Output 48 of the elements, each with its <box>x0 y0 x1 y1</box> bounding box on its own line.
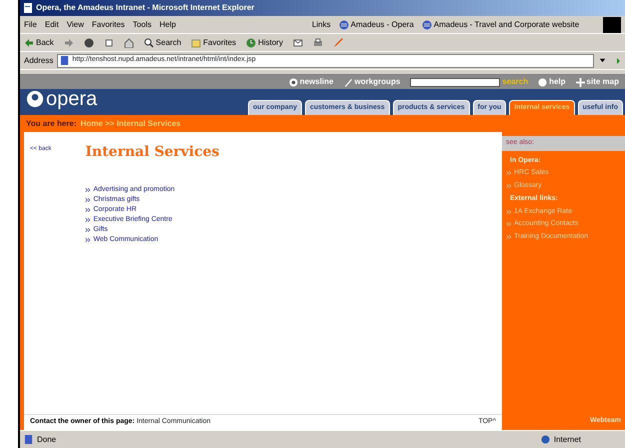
circle-icon <box>288 78 298 86</box>
toolbar-button[interactable]: Search <box>156 36 182 48</box>
zone-text: Internet <box>554 434 581 446</box>
bullet-icon <box>85 237 92 243</box>
address-label: Address <box>24 54 54 66</box>
menu-item[interactable]: View <box>66 18 84 30</box>
toolbar-button[interactable]: Favorites <box>203 36 236 48</box>
stop-icon[interactable] <box>84 38 94 48</box>
mail-icon[interactable] <box>292 38 303 48</box>
bullet-icon <box>85 227 92 233</box>
bullet-icon <box>506 170 512 176</box>
bullet-icon <box>85 207 92 213</box>
menu-item[interactable]: Favorites <box>92 18 125 30</box>
globe-icon <box>338 20 349 30</box>
search-field[interactable] <box>410 78 500 86</box>
toolbar-button[interactable]: History <box>258 36 283 48</box>
house-icon[interactable] <box>124 38 134 48</box>
menu-item[interactable]: Tools <box>132 18 152 30</box>
globe-icon <box>540 435 550 444</box>
menu-item[interactable]: File <box>24 18 37 30</box>
clock-icon[interactable] <box>246 38 256 48</box>
printer-icon[interactable] <box>312 38 323 48</box>
menu-item[interactable]: Help <box>159 18 176 30</box>
cross-arrows-icon <box>576 78 585 86</box>
circle-icon <box>538 78 548 86</box>
status-text: Done <box>37 434 56 446</box>
toolbar-button[interactable]: Back <box>36 36 54 48</box>
globe-icon <box>422 20 432 30</box>
bullet-icon <box>506 234 512 240</box>
bullet-icon <box>506 182 512 189</box>
page-heading: Internal Services <box>85 143 220 162</box>
bullet-icon <box>85 217 92 223</box>
window-title: Opera, the Amadeus Intranet - Microsoft Internet Explorer <box>36 2 254 14</box>
back-arrow-icon[interactable] <box>24 38 34 48</box>
link-item[interactable]: Amadeus - Opera <box>350 18 414 30</box>
bullet-icon <box>506 208 512 215</box>
breadcrumb-label: You are here: <box>26 118 77 130</box>
bullet-icon <box>85 187 92 193</box>
logo-text: opera <box>46 89 98 109</box>
pencil-icon <box>344 78 352 86</box>
throbber-panel <box>603 16 621 32</box>
links-label: Links <box>312 18 331 30</box>
bullet-icon <box>506 221 512 228</box>
dropdown-arrow-icon[interactable] <box>598 56 607 65</box>
search-icon[interactable] <box>144 38 154 48</box>
link-item[interactable]: Amadeus - Travel and Corporate website <box>434 18 580 30</box>
bullet-icon <box>85 197 92 203</box>
menu-item[interactable]: Edit <box>44 18 59 30</box>
